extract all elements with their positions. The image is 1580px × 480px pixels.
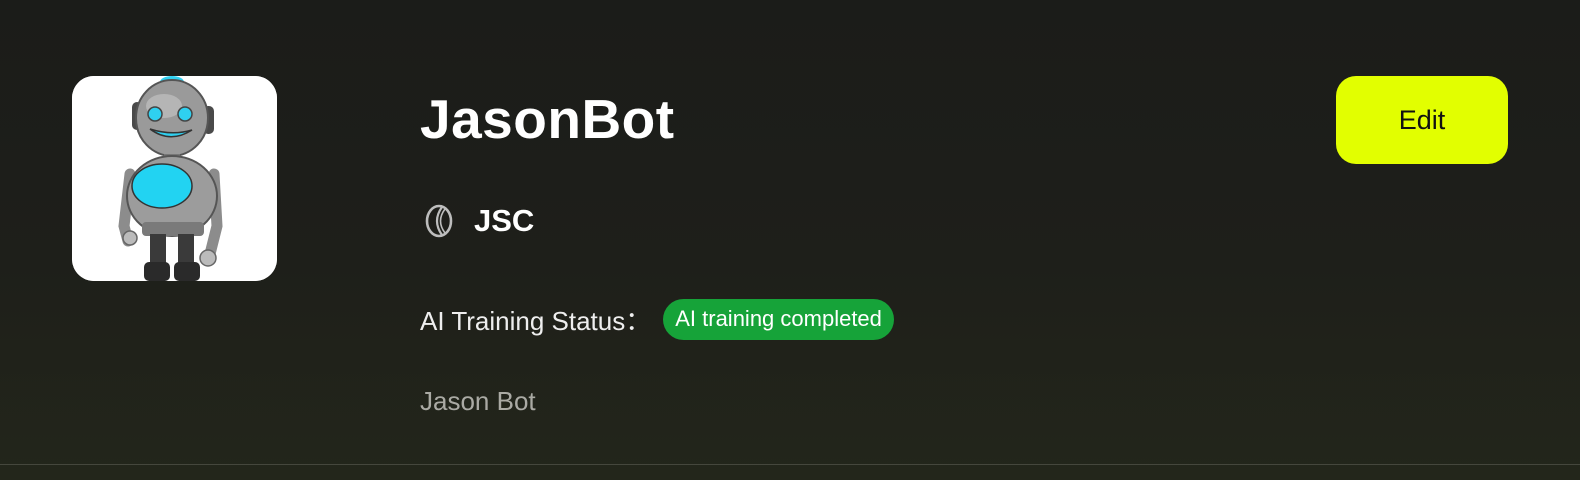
bot-name: JasonBot	[420, 88, 675, 150]
edit-button[interactable]: Edit	[1336, 76, 1508, 164]
training-status-row: AI Training Status： AI training complete…	[420, 298, 894, 340]
coin-icon	[425, 204, 453, 238]
token-row: JSC	[424, 200, 534, 242]
bot-description: Jason Bot	[420, 386, 536, 416]
bot-avatar	[72, 76, 277, 281]
robot-avatar-image	[72, 76, 277, 281]
divider	[0, 464, 1580, 465]
training-status-label: AI Training Status：	[420, 305, 652, 336]
training-status-badge: AI training completed	[663, 298, 894, 340]
token-symbol: JSC	[474, 203, 535, 238]
